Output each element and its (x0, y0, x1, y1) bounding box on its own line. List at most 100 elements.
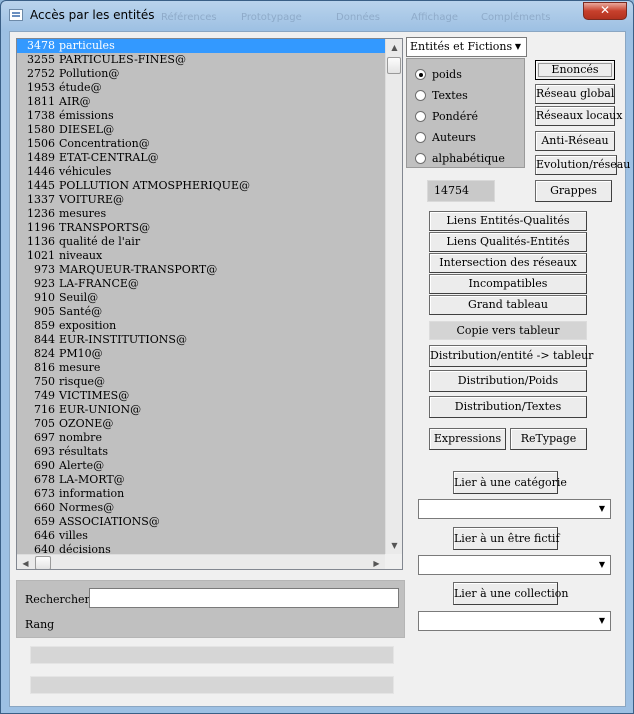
lier-etre-fictif-button[interactable]: Lier à un être fictif (453, 527, 560, 550)
list-item[interactable]: 816 mesure (17, 361, 385, 375)
background-tab: Prototypage (241, 12, 302, 23)
expressions-button[interactable]: Expressions (429, 428, 506, 450)
list-item[interactable]: 749 VICTIMES@ (17, 389, 385, 403)
scroll-up-icon[interactable]: ▲ (386, 39, 402, 56)
reseaux-locaux-button[interactable]: Réseaux locaux (535, 106, 622, 126)
scroll-right-icon[interactable]: ▶ (368, 555, 385, 569)
incompatibles-button[interactable]: Incompatibles (429, 274, 587, 294)
collection-select[interactable]: ▼ (418, 611, 611, 631)
vertical-scrollbar[interactable]: ▲ ▼ (385, 39, 402, 554)
list-item[interactable]: 1506 Concentration@ (17, 137, 385, 151)
list-item[interactable]: 1446 véhicules (17, 165, 385, 179)
list-item[interactable]: 910 Seuil@ (17, 291, 385, 305)
scroll-down-icon[interactable]: ▼ (386, 537, 402, 554)
list-item[interactable]: 1738 émissions (17, 109, 385, 123)
categorie-select[interactable]: ▼ (418, 499, 611, 519)
list-item[interactable]: 659 ASSOCIATIONS@ (17, 515, 385, 529)
list-item[interactable]: 1337 VOITURE@ (17, 193, 385, 207)
list-item[interactable]: 2752 Pollution@ (17, 67, 385, 81)
list-item[interactable]: 3255 PARTICULES-FINES@ (17, 53, 385, 67)
distribution-poids-button[interactable]: Distribution/Poids (429, 370, 587, 392)
list-item[interactable]: 923 LA-FRANCE@ (17, 277, 385, 291)
liens-entites-qualites-button[interactable]: Liens Entités-Qualités (429, 211, 587, 231)
main-window: Références Prototypage Données Affichage… (0, 0, 634, 714)
list-item[interactable]: 1196 TRANSPORTS@ (17, 221, 385, 235)
list-item[interactable]: 690 Alerte@ (17, 459, 385, 473)
radio-indicator[interactable] (415, 153, 426, 164)
retypage-button[interactable]: ReTypage (510, 428, 587, 450)
list-item[interactable]: 1445 POLLUTION ATMOSPHERIQUE@ (17, 179, 385, 193)
radio-poids[interactable]: poids (415, 68, 462, 82)
chevron-down-icon[interactable]: ▼ (594, 612, 610, 630)
evolution-reseau-button[interactable]: Evolution/réseau (535, 155, 630, 175)
item-label: EUR-UNION@ (59, 403, 142, 416)
distribution-textes-button[interactable]: Distribution/Textes (429, 396, 587, 418)
list-item[interactable]: 1236 mesures (17, 207, 385, 221)
copie-tableur-button[interactable]: Copie vers tableur (429, 321, 587, 340)
liens-qualites-entites-button[interactable]: Liens Qualités-Entités (429, 232, 587, 252)
search-input[interactable] (89, 588, 399, 608)
entity-list[interactable]: 3478 particules 3255 PARTICULES-FINES@ 2752 P… (17, 39, 385, 554)
vertical-scroll-thumb[interactable] (387, 57, 401, 74)
anti-reseau-button[interactable]: Anti-Réseau (535, 131, 615, 151)
item-count: 1953 (27, 81, 55, 94)
list-item[interactable]: 1489 ETAT-CENTRAL@ (17, 151, 385, 165)
radio-label: poids (432, 68, 462, 81)
list-item[interactable]: 646 villes (17, 529, 385, 543)
list-item[interactable]: 750 risque@ (17, 375, 385, 389)
grand-tableau-button[interactable]: Grand tableau (429, 295, 587, 315)
horizontal-scrollbar[interactable]: ◀ ▶ (17, 554, 385, 569)
close-button[interactable]: ✕ (583, 2, 627, 20)
lier-collection-button[interactable]: Lier à une collection (453, 582, 568, 605)
distribution-entite-tableur-button[interactable]: Distribution/entité -> tableur (429, 345, 593, 367)
list-item[interactable]: 673 information (17, 487, 385, 501)
list-item[interactable]: 1136 qualité de l'air (17, 235, 385, 249)
list-item[interactable]: 844 EUR-INSTITUTIONS@ (17, 333, 385, 347)
reseau-global-button[interactable]: Réseau global (535, 84, 615, 104)
intersection-reseaux-button[interactable]: Intersection des réseaux (429, 253, 587, 273)
list-item[interactable]: 1021 niveaux (17, 249, 385, 263)
lier-categorie-button[interactable]: Lier à une catégorie (453, 471, 567, 494)
title-bar[interactable]: Références Prototypage Données Affichage… (1, 1, 633, 31)
radio-auteurs[interactable]: Auteurs (415, 131, 476, 145)
etre-fictif-select[interactable]: ▼ (418, 555, 611, 575)
list-item[interactable]: 973 MARQUEUR-TRANSPORT@ (17, 263, 385, 277)
item-label: OZONE@ (59, 417, 114, 430)
grappes-button[interactable]: Grappes (535, 180, 612, 202)
radio-pondere[interactable]: Pondéré (415, 110, 478, 124)
item-label: véhicules (59, 165, 112, 178)
list-item[interactable]: 859 exposition (17, 319, 385, 333)
chevron-down-icon[interactable]: ▼ (594, 556, 610, 574)
chevron-down-icon[interactable]: ▼ (510, 38, 526, 56)
list-item[interactable]: 1953 étude@ (17, 81, 385, 95)
list-item[interactable]: 1811 AIR@ (17, 95, 385, 109)
radio-indicator[interactable] (415, 90, 426, 101)
list-item[interactable]: 824 PM10@ (17, 347, 385, 361)
list-item[interactable]: 705 OZONE@ (17, 417, 385, 431)
entity-listbox[interactable]: 3478 particules 3255 PARTICULES-FINES@ 2752 P… (16, 38, 403, 570)
radio-indicator[interactable] (415, 111, 426, 122)
item-count: 1811 (27, 95, 55, 108)
chevron-down-icon[interactable]: ▼ (594, 500, 610, 518)
list-item[interactable]: 678 LA-MORT@ (17, 473, 385, 487)
list-item[interactable]: 905 Santé@ (17, 305, 385, 319)
item-count: 910 (34, 291, 55, 304)
enonces-button[interactable]: Enoncés (535, 60, 615, 80)
list-item[interactable]: 1580 DIESEL@ (17, 123, 385, 137)
list-item[interactable]: 716 EUR-UNION@ (17, 403, 385, 417)
item-count: 1021 (27, 249, 55, 262)
radio-indicator[interactable] (415, 132, 426, 143)
list-item[interactable]: 660 Normes@ (17, 501, 385, 515)
list-item[interactable]: 697 nombre (17, 431, 385, 445)
list-item[interactable]: 640 décisions (17, 543, 385, 554)
item-count: 923 (34, 277, 55, 290)
list-item[interactable]: 693 résultats (17, 445, 385, 459)
item-label: Normes@ (59, 501, 115, 514)
list-item[interactable]: 3478 particules (17, 39, 385, 53)
scroll-left-icon[interactable]: ◀ (17, 555, 34, 569)
radio-indicator[interactable] (415, 69, 426, 80)
entity-type-select[interactable]: Entités et Fictions ▼ (406, 37, 527, 57)
horizontal-scroll-thumb[interactable] (35, 556, 51, 569)
radio-textes[interactable]: Textes (415, 89, 468, 103)
radio-alphabetique[interactable]: alphabétique (415, 152, 505, 166)
